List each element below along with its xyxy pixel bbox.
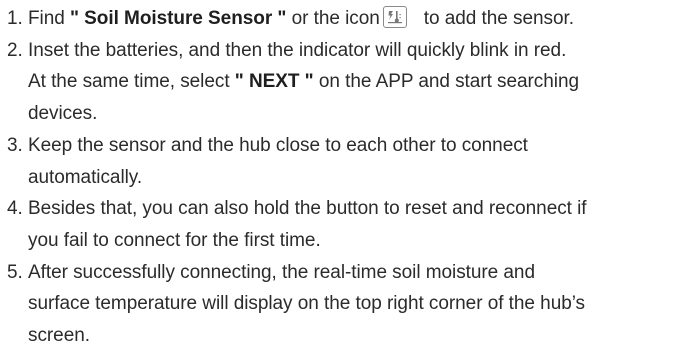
step-text: to add the sensor. [423, 8, 574, 29]
step-text: At the same time, select [28, 71, 235, 93]
next-button-label-bold: " NEXT " [234, 71, 314, 93]
step-text: on the APP and start searching [313, 71, 579, 93]
step-line: automatically. [28, 166, 143, 188]
step-number: 1. [7, 8, 23, 29]
step-number: 3. [7, 134, 23, 156]
step-4: 4. Besides that, you can also hold the b… [0, 193, 694, 256]
sensor-name-bold: " Soil Moisture Sensor " [70, 8, 287, 29]
step-line: you fail to connect for the first time. [28, 229, 321, 251]
step-number: 5. [7, 261, 23, 283]
step-line: Find " Soil Moisture Sensor " or the ico… [28, 3, 694, 35]
step-line: After successfully connecting, the real-… [28, 261, 535, 283]
step-3: 3. Keep the sensor and the hub close to … [0, 130, 694, 193]
instructions-list: 1. Find " Soil Moisture Sensor " or the … [0, 0, 694, 350]
step-line: devices. [28, 103, 98, 125]
step-line: screen. [28, 325, 90, 347]
step-1: 1. Find " Soil Moisture Sensor " or the … [0, 3, 694, 35]
step-text: or the icon [286, 8, 380, 29]
step-5: 5. After successfully connecting, the re… [0, 257, 694, 352]
step-line: At the same time, select " NEXT " on the… [28, 66, 694, 98]
step-line: surface temperature will display on the … [28, 293, 586, 315]
step-number: 4. [7, 198, 23, 220]
step-number: 2. [7, 39, 23, 61]
soil-sensor-icon [382, 6, 407, 29]
step-line: Besides that, you can also hold the butt… [28, 198, 587, 220]
step-2: 2. Inset the batteries, and then the ind… [0, 35, 694, 130]
step-line: Inset the batteries, and then the indica… [28, 39, 567, 61]
step-text: Find [28, 8, 70, 29]
step-line: Keep the sensor and the hub close to eac… [28, 134, 528, 156]
